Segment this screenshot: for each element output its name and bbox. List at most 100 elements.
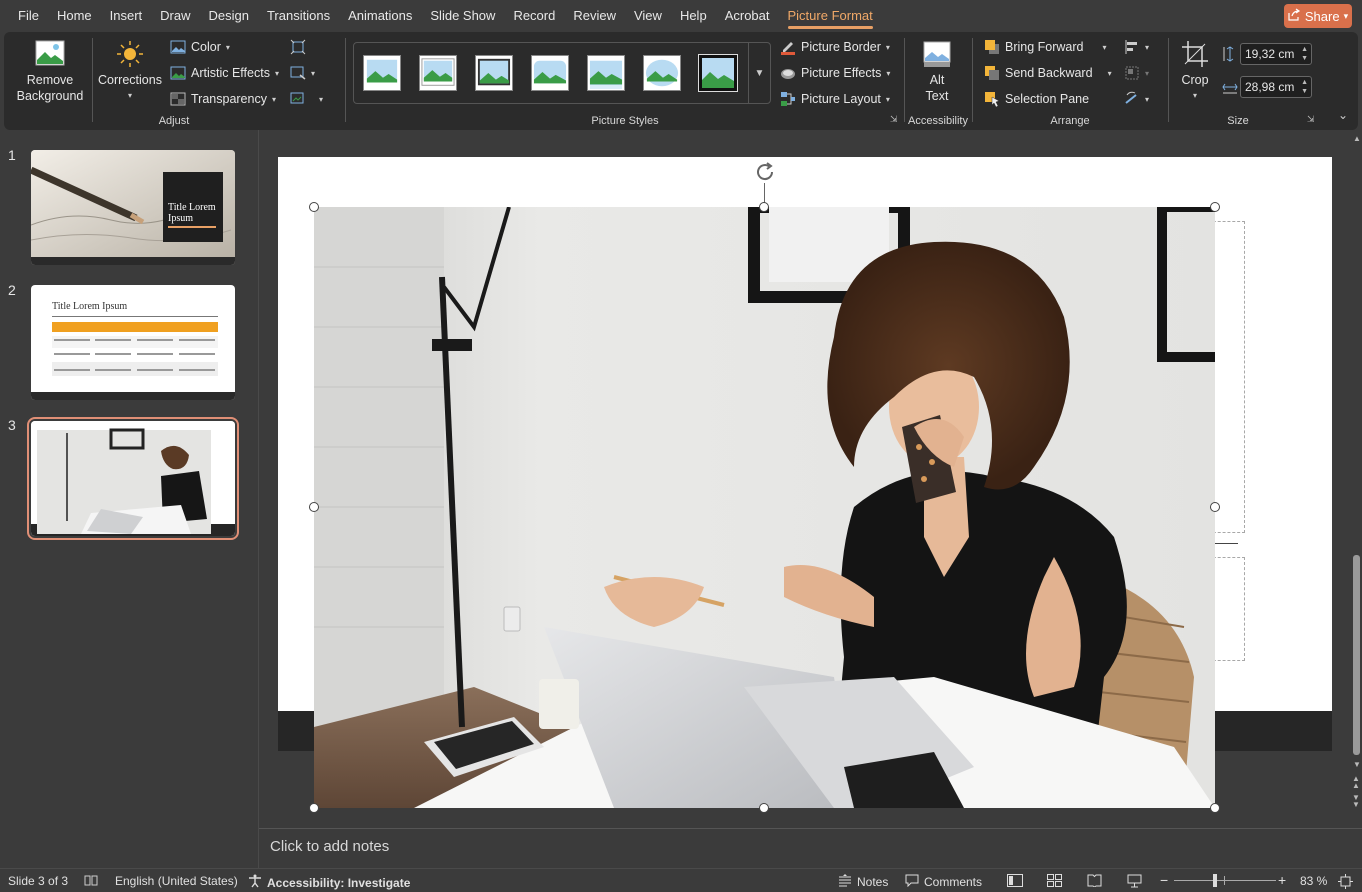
accessibility-group-label: Accessibility — [908, 115, 968, 127]
tab-animations[interactable]: Animations — [339, 0, 421, 32]
tab-insert[interactable]: Insert — [101, 0, 152, 32]
chevron-down-icon: ▼ — [754, 67, 765, 79]
comments-toggle-button[interactable]: Comments — [905, 874, 982, 890]
slide-thumbnail-3[interactable] — [27, 417, 239, 540]
tab-transitions[interactable]: Transitions — [258, 0, 339, 32]
chevron-down-icon: ▾ — [885, 94, 890, 104]
tab-design[interactable]: Design — [200, 0, 258, 32]
slide-show-button[interactable] — [1127, 874, 1142, 891]
tab-view[interactable]: View — [625, 0, 671, 32]
picture-style-thumb[interactable] — [531, 55, 569, 91]
separator — [92, 38, 93, 122]
vertical-scrollbar[interactable]: ▲ ▼ ▲ ▲ ▼ ▼ — [1351, 130, 1362, 828]
compress-pictures-button[interactable] — [290, 36, 306, 58]
resize-handle-top-right[interactable] — [1210, 202, 1220, 212]
picture-effects-button[interactable]: Picture Effects ▾ — [780, 62, 890, 84]
resize-handle-top-left[interactable] — [309, 202, 319, 212]
picture-style-thumb[interactable] — [475, 55, 513, 91]
normal-view-button[interactable] — [1007, 874, 1023, 890]
picture-style-thumb[interactable] — [419, 55, 457, 91]
comment-icon — [905, 874, 919, 890]
language-indicator[interactable]: English (United States) — [115, 874, 238, 888]
resize-handle-middle-right[interactable] — [1210, 502, 1220, 512]
spelling-check-button[interactable] — [84, 874, 98, 890]
scroll-down-icon[interactable]: ▼ — [1353, 760, 1361, 769]
remove-background-button[interactable]: Remove Background — [14, 40, 86, 104]
slide-thumbnail-1[interactable]: Title Lorem Ipsum — [31, 150, 235, 265]
resize-handle-top-center[interactable] — [759, 202, 769, 212]
zoom-in-button[interactable]: + — [1278, 872, 1286, 888]
scroll-up-icon[interactable]: ▲ — [1353, 134, 1361, 143]
gallery-more-button[interactable]: ▼ — [748, 43, 770, 103]
tab-draw[interactable]: Draw — [151, 0, 199, 32]
next-slide-icon[interactable]: ▼ ▼ — [1352, 794, 1360, 809]
tab-slide-show[interactable]: Slide Show — [421, 0, 504, 32]
tab-file[interactable]: File — [0, 0, 48, 32]
corrections-button[interactable]: Corrections ▾ — [96, 40, 164, 104]
resize-handle-middle-left[interactable] — [309, 502, 319, 512]
slide-2-table — [31, 322, 235, 400]
slide-sorter-button[interactable] — [1047, 874, 1062, 890]
picture-style-thumb-selected[interactable] — [698, 54, 738, 92]
selected-picture[interactable] — [314, 207, 1215, 808]
picture-styles-gallery[interactable]: ▼ — [353, 42, 771, 104]
picture-style-thumb[interactable] — [643, 55, 681, 91]
spinner-arrows-icon[interactable]: ▲ ▼ — [1301, 45, 1308, 63]
zoom-slider-knob[interactable] — [1212, 874, 1217, 887]
resize-handle-bottom-center[interactable] — [759, 803, 769, 813]
separator — [345, 38, 346, 122]
picture-styles-launcher-icon[interactable]: ⇲ — [890, 114, 898, 125]
picture-border-button[interactable]: Picture Border ▾ — [780, 36, 890, 58]
accessibility-checker-button[interactable]: Accessibility: Investigate — [248, 874, 410, 891]
tab-help[interactable]: Help — [671, 0, 716, 32]
reset-picture-button[interactable]: ▾ — [290, 88, 323, 110]
accessibility-icon — [248, 874, 262, 891]
size-launcher-icon[interactable]: ⇲ — [1307, 114, 1315, 125]
spinner-arrows-icon[interactable]: ▲ ▼ — [1301, 78, 1308, 96]
tab-acrobat[interactable]: Acrobat — [716, 0, 779, 32]
chevron-down-icon: ▾ — [271, 94, 276, 104]
resize-handle-bottom-right[interactable] — [1210, 803, 1220, 813]
slide-number: 3 — [8, 417, 16, 433]
reading-view-button[interactable] — [1087, 874, 1102, 890]
rotate-handle-icon[interactable] — [754, 161, 776, 183]
tab-home[interactable]: Home — [48, 0, 101, 32]
slide-thumbnail-2[interactable]: Title Lorem Ipsum — [31, 285, 235, 400]
chevron-down-icon: ▾ — [274, 68, 279, 78]
alt-text-button[interactable]: Alt Text — [910, 40, 964, 104]
bring-forward-button[interactable]: Bring Forward ▾ — [984, 36, 1107, 58]
tab-picture-format[interactable]: Picture Format — [779, 0, 882, 32]
arrange-group-label: Arrange — [1050, 115, 1090, 127]
artistic-effects-button[interactable]: Artistic Effects ▾ — [170, 62, 279, 84]
scrollbar-thumb[interactable] — [1353, 555, 1360, 755]
fit-to-window-button[interactable] — [1338, 874, 1353, 892]
picture-layout-button[interactable]: Picture Layout ▾ — [780, 88, 890, 110]
share-label: Share — [1304, 8, 1340, 24]
color-button[interactable]: Color ▾ — [170, 36, 230, 58]
collapse-ribbon-icon[interactable]: ⌄ — [1338, 108, 1348, 122]
align-button[interactable]: ▾ — [1124, 36, 1149, 58]
send-backward-button[interactable]: Send Backward ▾ — [984, 62, 1112, 84]
notes-toggle-button[interactable]: Notes — [838, 874, 888, 890]
zoom-level[interactable]: 83 % — [1300, 874, 1327, 888]
slide-editing-canvas[interactable] — [259, 130, 1351, 828]
separator — [1168, 38, 1169, 122]
change-picture-button[interactable]: ▾ — [290, 62, 315, 84]
group-objects-button[interactable]: ▾ — [1124, 62, 1149, 84]
zoom-out-button[interactable]: − — [1160, 872, 1168, 888]
share-button[interactable]: Share ▾ — [1284, 4, 1352, 28]
selection-pane-button[interactable]: Selection Pane — [984, 88, 1089, 110]
tab-review[interactable]: Review — [564, 0, 625, 32]
resize-handle-bottom-left[interactable] — [309, 803, 319, 813]
width-input[interactable]: 28,98 cm ▲ ▼ — [1240, 76, 1312, 98]
zoom-slider[interactable] — [1174, 874, 1276, 887]
notes-pane[interactable]: Click to add notes — [259, 828, 1362, 868]
previous-slide-icon[interactable]: ▲ ▲ — [1352, 775, 1360, 790]
picture-style-thumb[interactable] — [363, 55, 401, 91]
rotate-button[interactable]: ▾ — [1124, 88, 1149, 110]
height-input[interactable]: 19,32 cm ▲ ▼ — [1240, 43, 1312, 65]
tab-record[interactable]: Record — [504, 0, 564, 32]
transparency-button[interactable]: Transparency ▾ — [170, 88, 276, 110]
picture-style-thumb[interactable] — [587, 55, 625, 91]
crop-button[interactable]: Crop ▾ — [1174, 40, 1216, 104]
